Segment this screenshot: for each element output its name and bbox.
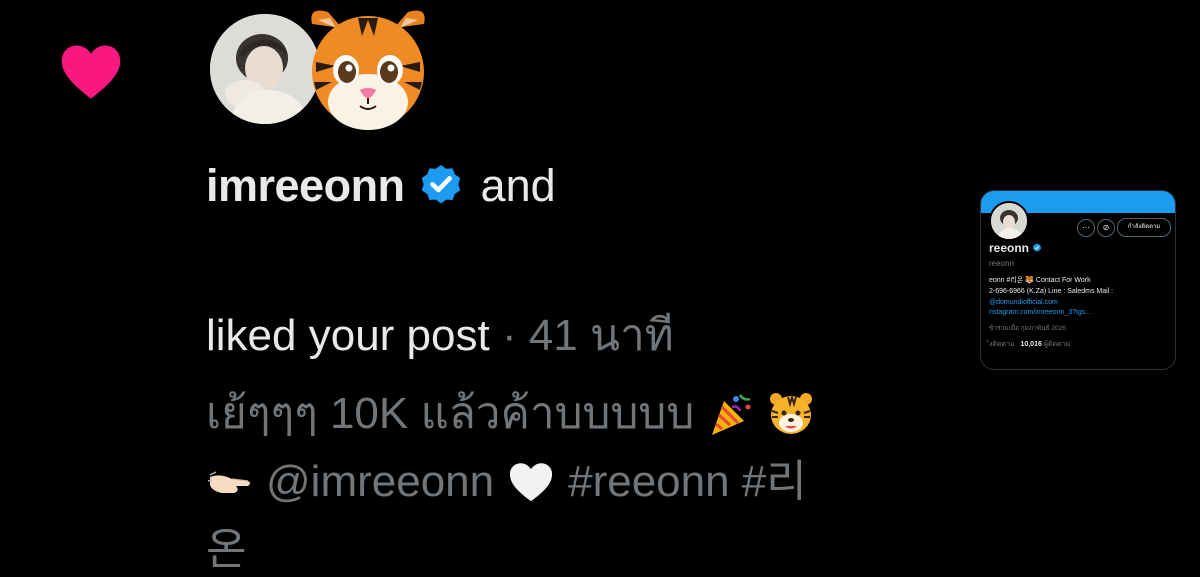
followers-count[interactable]: 10,016 xyxy=(1020,341,1041,348)
action-line: liked your post · 41 นาที xyxy=(206,300,674,370)
grok-icon[interactable]: ⊘ xyxy=(1097,219,1115,237)
profile-handle: reeonn xyxy=(989,259,1014,268)
profile-name-text: reeonn xyxy=(989,241,1030,255)
post-text-line-3: 온 xyxy=(206,525,247,574)
timestamp: 41 นาที xyxy=(528,311,674,360)
tiger-face-icon xyxy=(770,393,813,434)
more-icon[interactable]: ⋯ xyxy=(1077,219,1095,237)
user-photo xyxy=(991,203,1027,239)
white-heart-icon xyxy=(510,463,553,502)
mention-link[interactable]: @imreeonn xyxy=(266,448,494,516)
profile-website-link[interactable]: nstagram.com/imreeonn_3?igs... xyxy=(989,309,1091,316)
post-line-1: เย้ๆๆๆ 10K แล้วค้าบบบบบ xyxy=(206,380,966,448)
bio-email-link[interactable]: @domundiofficial.com xyxy=(989,297,1171,308)
pointing-hand-icon xyxy=(207,471,250,493)
profile-stats: ังติดตาม 10,016 ผู้ติดตาม xyxy=(989,339,1070,350)
profile-avatar xyxy=(989,201,1029,241)
heart-icon xyxy=(61,45,121,99)
bio-line-1: eonn #리온 🐯 Contact For Work xyxy=(989,277,1091,284)
post-text-line-1: เย้ๆๆๆ 10K แล้วค้าบบบบบ xyxy=(206,389,695,438)
party-popper-icon xyxy=(712,394,751,435)
notification-screen: imreeonn and liked your post · 41 นาที เ… xyxy=(0,0,1200,577)
verified-badge-icon xyxy=(421,165,460,204)
profile-bio: eonn #리온 🐯 Contact For Work 2-696-6966 (… xyxy=(989,275,1171,308)
profile-joined-date: ข้าร่วมเมื่อ กุมภาพันธ์ 2026 xyxy=(989,325,1066,332)
username-link[interactable]: imreeonn xyxy=(206,160,405,212)
conjunction-text: and xyxy=(480,160,556,211)
action-text: liked your post xyxy=(206,311,490,360)
bio-line-2: 2-696-6966 (K.Za) Line : Saledms Mail : xyxy=(989,288,1114,295)
verified-badge-icon xyxy=(1033,243,1042,252)
liker-name-line: imreeonn and xyxy=(206,158,556,214)
liker-avatars[interactable] xyxy=(210,6,450,132)
profile-name: reeonn xyxy=(989,241,1042,255)
profile-preview-card[interactable]: ⋯ ⊘ กำลังติดตาม reeonn reeonn eonn #리온 🐯… xyxy=(980,190,1176,370)
separator-dot: · xyxy=(501,311,517,360)
tiger-face-icon xyxy=(311,10,425,130)
post-preview[interactable]: เย้ๆๆๆ 10K แล้วค้าบบบบบ @imreeonn #reeon… xyxy=(206,380,966,577)
followers-label[interactable]: ผู้ติดตาม xyxy=(1044,341,1070,348)
post-line-2: @imreeonn #reeonn #리 xyxy=(206,448,966,516)
following-button[interactable]: กำลังติดตาม xyxy=(1117,218,1171,237)
hashtag-links[interactable]: #reeonn #리 xyxy=(568,448,807,516)
post-line-3: 온 xyxy=(206,516,966,577)
following-label[interactable]: ังติดตาม xyxy=(989,341,1015,348)
